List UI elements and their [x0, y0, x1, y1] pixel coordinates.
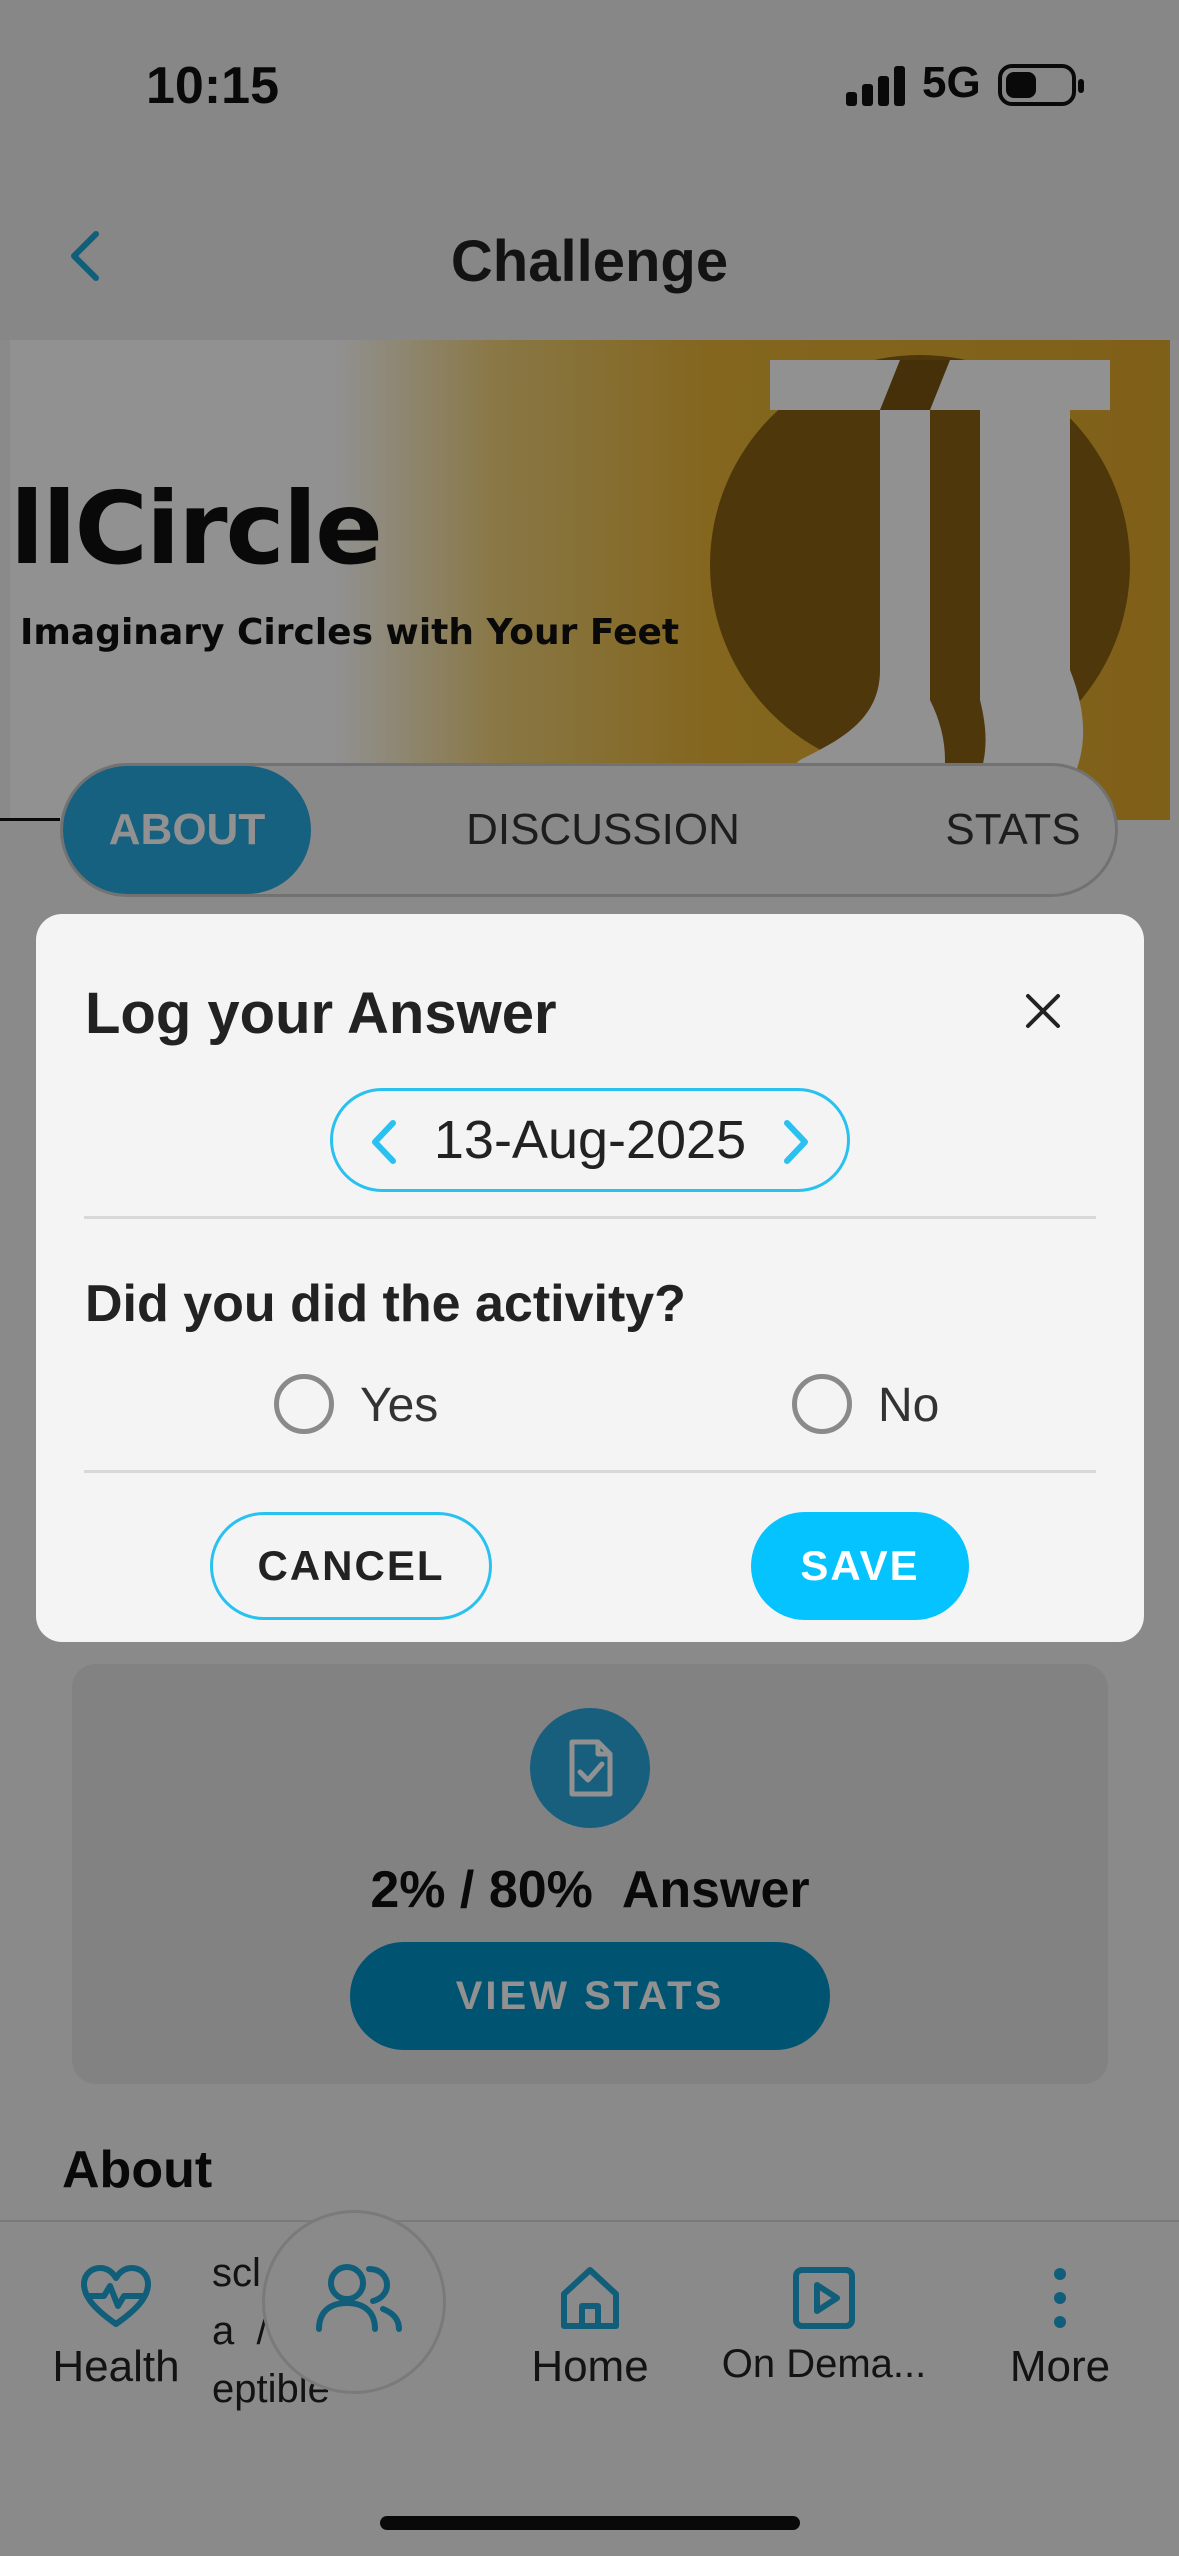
divider — [84, 1470, 1096, 1473]
radio-circle[interactable] — [792, 1374, 852, 1434]
next-date-button[interactable] — [771, 1117, 817, 1167]
chevron-left-icon — [372, 1120, 396, 1164]
close-icon — [1026, 994, 1060, 1028]
date-picker: 13-Aug-2025 — [330, 1088, 850, 1192]
radio-yes[interactable]: Yes — [274, 1374, 474, 1438]
radio-no-label: No — [878, 1379, 940, 1432]
divider — [84, 1216, 1096, 1219]
radio-circle[interactable] — [274, 1374, 334, 1434]
save-button[interactable]: SAVE — [751, 1512, 969, 1620]
log-answer-dialog: Log your Answer 13-Aug-2025 Did you did … — [36, 914, 1144, 1642]
previous-date-button[interactable] — [363, 1117, 409, 1167]
chevron-right-icon — [784, 1120, 808, 1164]
dialog-title: Log your Answer — [85, 981, 557, 1046]
radio-no[interactable]: No — [792, 1374, 992, 1438]
activity-question: Did you did the activity? — [85, 1275, 686, 1333]
app-screen: 10:15 5G Challenge llCircle Imaginary Ci… — [0, 0, 1179, 2556]
radio-yes-label: Yes — [360, 1379, 439, 1432]
selected-date: 13-Aug-2025 — [433, 1110, 747, 1170]
close-button[interactable] — [1016, 984, 1070, 1038]
cancel-button[interactable]: CANCEL — [210, 1512, 492, 1620]
